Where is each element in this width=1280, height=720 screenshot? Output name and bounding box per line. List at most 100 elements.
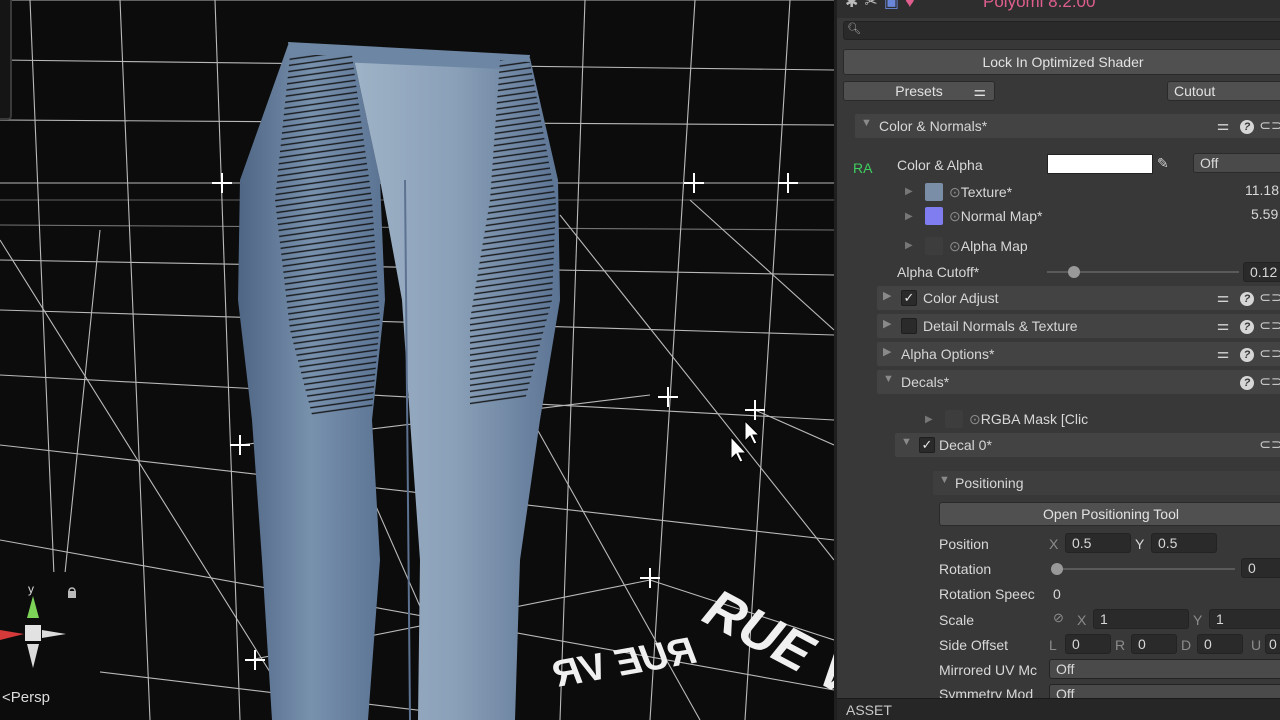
sliders-icon: ⚌ (1216, 117, 1230, 133)
search-icon: 🔍︎ (847, 23, 861, 35)
section-positioning[interactable]: ▼ Positioning (933, 471, 1280, 495)
header-icons[interactable]: ✱✂▣♥ (845, 0, 920, 12)
side-offset-r-field[interactable]: 0 (1131, 634, 1177, 654)
alpha-map-label[interactable]: ⊙Alpha Map (949, 238, 1028, 255)
eyedropper-icon[interactable]: ✎ (1157, 155, 1169, 172)
mirrored-uv-label: Mirrored UV Mc (939, 662, 1038, 678)
tools-icon: ✂ (864, 0, 884, 11)
section-detail-normals[interactable]: ▶ Detail Normals & Texture ⚌?⊂⊃ (877, 314, 1280, 338)
rotation-field[interactable]: 0 (1241, 558, 1280, 578)
decal0-checkbox[interactable]: ✓ (919, 437, 935, 453)
floor-text-2: RUE VR (550, 630, 699, 696)
mirrored-uv-dropdown[interactable]: Off (1049, 659, 1280, 679)
side-offset-l-label: L (1049, 637, 1057, 653)
sliders-icon: ⚌ (1216, 289, 1230, 305)
scale-y-label: Y (1193, 612, 1203, 628)
rgba-mask-thumbnail[interactable] (945, 410, 963, 428)
scale-x-field[interactable]: 1 (1093, 609, 1189, 629)
section-decals[interactable]: ▼ Decals* ?⊂⊃ (877, 370, 1280, 394)
link-icon: ⊂⊃ (1259, 345, 1280, 361)
sliders-icon: ⚌ (1216, 317, 1230, 333)
shader-header: ✱✂▣♥ Poiyomi 8.2.00 (837, 0, 1280, 18)
link-icon: ⊂⊃ (1259, 317, 1280, 333)
heart-icon: ♥ (904, 0, 921, 11)
color-adjust-checkbox[interactable]: ✓ (901, 290, 917, 306)
expand-arrow-icon: ▶ (905, 186, 913, 197)
toolbar-frame (0, 0, 12, 120)
ra-label: RA (853, 160, 873, 176)
help-icon: ? (1235, 117, 1259, 134)
sliders-icon: ⚌ (1216, 345, 1230, 361)
side-offset-u-field[interactable]: 0 (1265, 634, 1280, 654)
normal-map-value[interactable]: 5.59 (1251, 206, 1278, 222)
unlink-icon[interactable]: ⊘ (1053, 610, 1064, 626)
alpha-cutoff-label: Alpha Cutoff* (897, 264, 980, 280)
render-mode-dropdown[interactable]: Cutout (1167, 81, 1280, 101)
rotation-label: Rotation (939, 561, 992, 577)
normal-map-label[interactable]: ⊙Normal Map* (949, 208, 1042, 225)
section-alpha-options[interactable]: ▶ Alpha Options* ⚌?⊂⊃ (877, 342, 1280, 366)
expand-arrow-icon: ▶ (905, 240, 913, 251)
side-offset-r-label: R (1115, 637, 1126, 653)
mouse-cursor-icon (730, 419, 761, 463)
rotation-speed-field[interactable]: 0 (1053, 586, 1061, 602)
texture-value[interactable]: 11.18 (1245, 182, 1279, 198)
alpha-cutoff-knob[interactable] (1068, 266, 1080, 278)
color-mode-dropdown[interactable]: Off (1193, 153, 1280, 173)
section-decal0[interactable]: ▼ ✓ Decal 0* ⊂⊃ (895, 433, 1280, 457)
projection-label[interactable]: <Persp (2, 689, 50, 706)
alpha-cutoff-field[interactable]: 0.12 (1243, 262, 1280, 282)
section-color-adjust[interactable]: ▶ ✓ Color Adjust ⚌?⊂⊃ (877, 286, 1280, 310)
color-swatch[interactable] (1047, 154, 1153, 174)
rotation-knob[interactable] (1051, 563, 1063, 575)
floor-text-1: RUE V (694, 578, 834, 710)
presets-button[interactable]: Presets ⚌ (843, 81, 995, 101)
expand-arrow-icon: ▶ (925, 414, 933, 425)
position-label: Position (939, 536, 989, 552)
rgba-mask-label[interactable]: ⊙RGBA Mask [Clic (969, 411, 1088, 428)
position-y-field[interactable]: 0.5 (1151, 533, 1217, 553)
side-offset-label: Side Offset (939, 637, 1009, 653)
asset-footer: ASSET (837, 698, 1280, 720)
help-icon: ? (1235, 317, 1259, 334)
side-offset-d-field[interactable]: 0 (1197, 634, 1243, 654)
search-input[interactable]: 🔍︎ (843, 21, 1280, 40)
rotation-speed-label: Rotation Speec (939, 586, 1035, 602)
side-offset-l-field[interactable]: 0 (1065, 634, 1111, 654)
position-y-label: Y (1135, 536, 1145, 552)
wrench-icon: ✱ (845, 0, 865, 11)
help-icon: ? (1235, 345, 1259, 362)
material-inspector: ✱✂▣♥ Poiyomi 8.2.00 🔍︎ Lock In Optimized… (834, 0, 1280, 720)
footer-label: ASSET (846, 702, 892, 718)
open-positioning-tool-button[interactable]: Open Positioning Tool (939, 502, 1280, 526)
lock-in-optimized-shader-button[interactable]: Lock In Optimized Shader (843, 49, 1280, 75)
link-icon: ⊂⊃ (1259, 117, 1280, 133)
scene-render: RUE V RUE VR (0, 0, 834, 720)
normal-map-thumbnail[interactable] (925, 207, 943, 225)
side-offset-u-label: U (1251, 637, 1262, 653)
expand-arrow-icon: ▶ (905, 211, 913, 222)
shader-title: Poiyomi 8.2.00 (983, 0, 1096, 11)
collapse-arrow-icon: ▼ (861, 117, 872, 129)
scale-y-field[interactable]: 1 (1209, 609, 1280, 629)
link-icon: ⊂⊃ (1259, 289, 1280, 305)
position-x-label: X (1049, 536, 1059, 552)
link-icon: ⊂⊃ (1259, 436, 1280, 452)
position-x-field[interactable]: 0.5 (1065, 533, 1131, 553)
scene-viewport[interactable]: RUE V RUE VR y <Persp (0, 0, 834, 720)
side-offset-d-label: D (1181, 637, 1192, 653)
alpha-map-thumbnail[interactable] (925, 237, 943, 255)
section-color-normals[interactable]: ▼ Color & Normals* ⚌?⊂⊃ (855, 114, 1280, 138)
texture-label[interactable]: ⊙Texture* (949, 184, 1012, 201)
detail-normals-checkbox[interactable] (901, 318, 917, 334)
script-icon: ▣ (883, 0, 905, 11)
pants-model (238, 42, 560, 720)
texture-thumbnail[interactable] (925, 183, 943, 201)
scale-label: Scale (939, 612, 975, 628)
rotation-slider[interactable] (1053, 568, 1235, 570)
lock-icon (68, 591, 76, 598)
scale-x-label: X (1077, 612, 1087, 628)
link-icon: ⊂⊃ (1259, 373, 1280, 389)
help-icon: ? (1235, 289, 1259, 306)
help-icon: ? (1235, 373, 1259, 390)
